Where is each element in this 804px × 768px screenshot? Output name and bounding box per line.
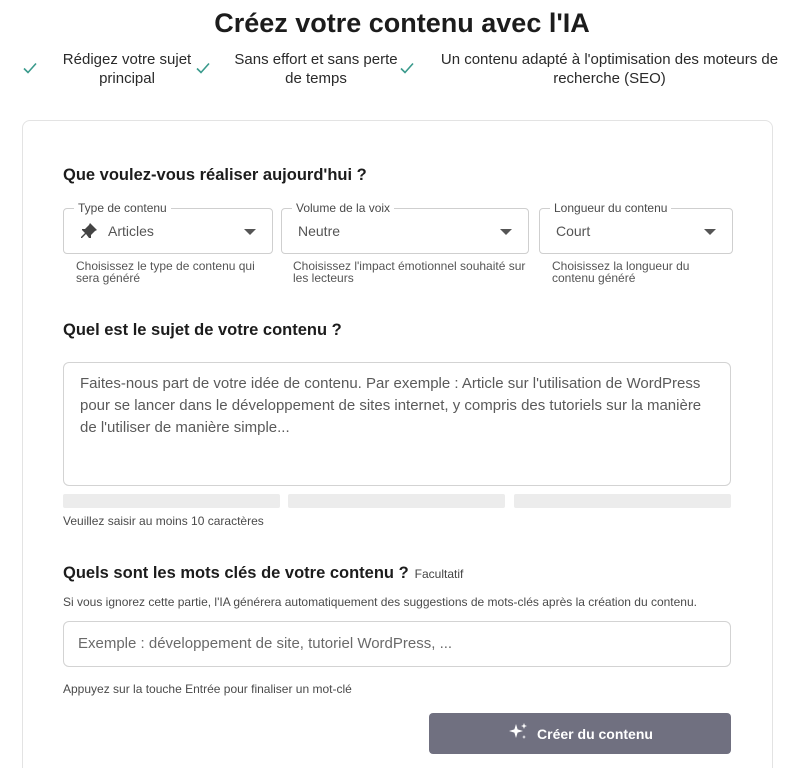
section-heading-keywords: Quels sont les mots clés de votre conten… xyxy=(63,564,463,583)
benefit-item: Rédigez votre sujet principal xyxy=(22,50,192,88)
chevron-down-icon xyxy=(244,229,256,235)
benefit-item: Un contenu adapté à l'optimisation des m… xyxy=(399,50,782,88)
length-legend: Longueur du contenu xyxy=(550,201,672,215)
length-helper: Choisissez la longueur du contenu généré xyxy=(552,259,690,285)
enter-note: Appuyez sur la touche Entrée pour finali… xyxy=(63,682,352,696)
strength-bar-segment xyxy=(514,494,731,508)
keywords-description: Si vous ignorez cette partie, l'IA génér… xyxy=(63,595,697,609)
create-content-button[interactable]: Créer du contenu xyxy=(429,713,731,754)
benefit-text-line1: Sans effort et sans perte xyxy=(234,51,398,68)
subject-textarea[interactable]: Faites-nous part de votre idée de conten… xyxy=(63,362,731,486)
benefit-text-line1: Rédigez votre sujet xyxy=(62,51,192,68)
benefit-item: Sans effort et sans perte de temps xyxy=(195,50,401,88)
benefit-text-line2: recherche (SEO) xyxy=(553,70,666,87)
optional-label: Facultatif xyxy=(414,567,464,581)
chevron-down-icon xyxy=(704,229,716,235)
content-type-helper: Choisissez le type de contenu qui sera g… xyxy=(76,259,255,285)
length-select[interactable]: Longueur du contenu Court xyxy=(539,201,733,254)
voice-value: Neutre xyxy=(298,223,341,239)
length-value: Court xyxy=(556,223,591,239)
keywords-heading-text: Quels sont les mots clés de votre conten… xyxy=(63,564,409,582)
chevron-down-icon xyxy=(500,229,512,235)
strength-bar-segment xyxy=(288,494,505,508)
section-heading-subject: Quel est le sujet de votre contenu ? xyxy=(63,321,342,339)
voice-helper: Choisissez l'impact émotionnel souhaité … xyxy=(293,259,526,285)
create-content-label: Créer du contenu xyxy=(537,725,653,742)
benefit-text-line1: Un contenu adapté à l'optimisation des m… xyxy=(440,51,779,68)
benefit-text-line2: de temps xyxy=(285,70,347,87)
check-icon xyxy=(195,60,213,78)
min-chars-note: Veuillez saisir au moins 10 caractères xyxy=(63,514,264,528)
voice-legend: Volume de la voix xyxy=(292,201,395,215)
strength-bar-segment xyxy=(63,494,280,508)
content-type-value: Articles xyxy=(108,223,154,239)
pin-icon xyxy=(80,222,98,245)
content-type-select[interactable]: Type de contenu Articles xyxy=(63,201,273,254)
page-title: Créez votre contenu avec l'IA xyxy=(214,8,590,38)
check-icon xyxy=(22,60,40,78)
benefits-list: Rédigez votre sujet principal Sans effor… xyxy=(0,50,804,100)
voice-select[interactable]: Volume de la voix Neutre xyxy=(281,201,529,254)
sparkles-icon xyxy=(507,721,529,746)
keywords-input[interactable]: Exemple : développement de site, tutorie… xyxy=(63,621,731,667)
content-type-legend: Type de contenu xyxy=(74,201,171,215)
check-icon xyxy=(399,60,417,78)
benefit-text-line2: principal xyxy=(99,70,155,87)
section-heading-goal: Que voulez-vous réaliser aujourd'hui ? xyxy=(63,166,367,184)
